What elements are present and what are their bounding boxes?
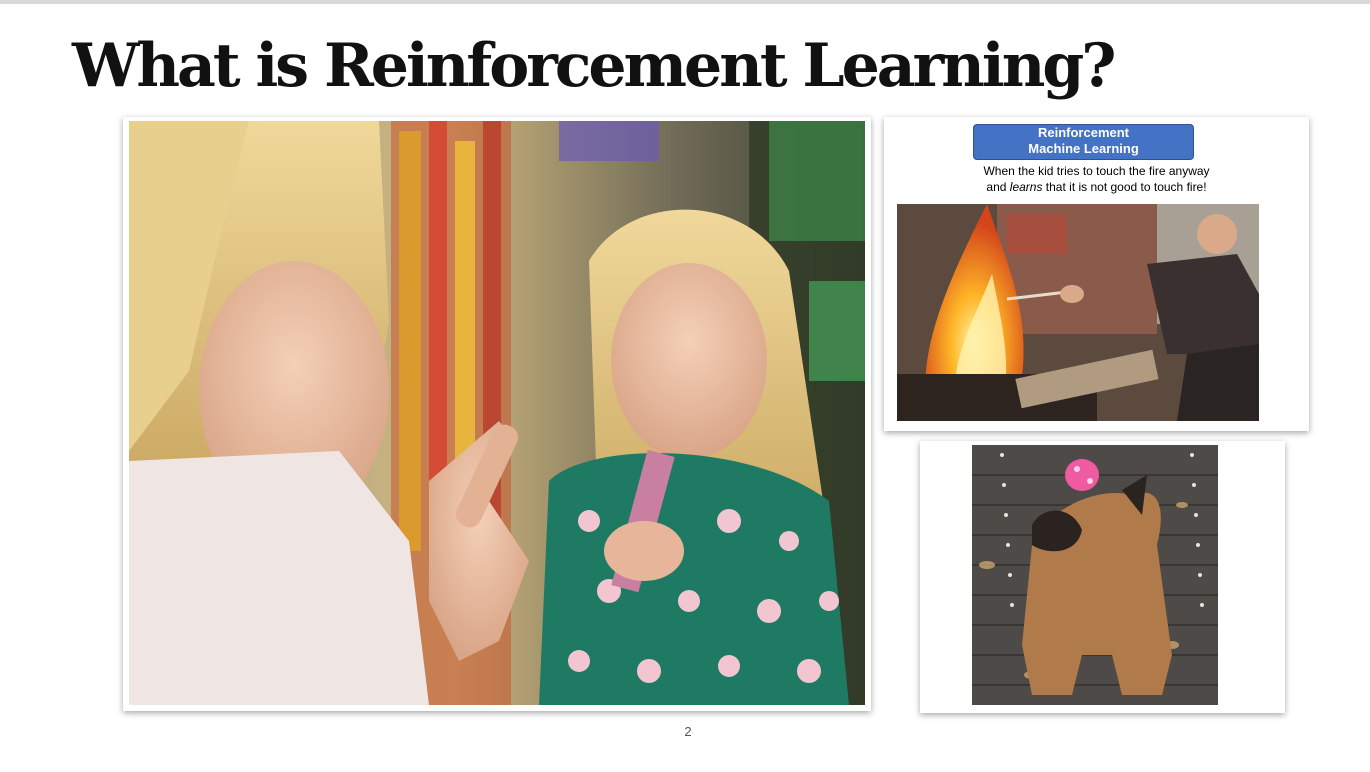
reinforcement-panel: Reinforcement Machine Learning When the … <box>884 117 1309 431</box>
badge-line-1: Reinforcement <box>1037 125 1130 140</box>
caption-line-2: and learns that it is not good to touch … <box>986 180 1207 194</box>
page-number: 2 <box>684 724 692 739</box>
slide-title: What is Reinforcement Learning? <box>72 31 1116 101</box>
caption-line-1: When the kid tries to touch the fire any… <box>983 164 1210 178</box>
top-divider <box>0 0 1370 4</box>
reinforcement-caption: When the kid tries to touch the fire any… <box>924 163 1269 195</box>
kid-touching-fire-photo <box>897 204 1259 421</box>
main-photo-frame <box>123 117 871 711</box>
mother-scolding-child-photo <box>129 121 865 705</box>
dog-balancing-ball-photo <box>972 445 1218 705</box>
reinforcement-badge: Reinforcement Machine Learning <box>973 124 1194 160</box>
dog-panel <box>920 441 1285 713</box>
badge-line-2: Machine Learning <box>1028 141 1139 156</box>
